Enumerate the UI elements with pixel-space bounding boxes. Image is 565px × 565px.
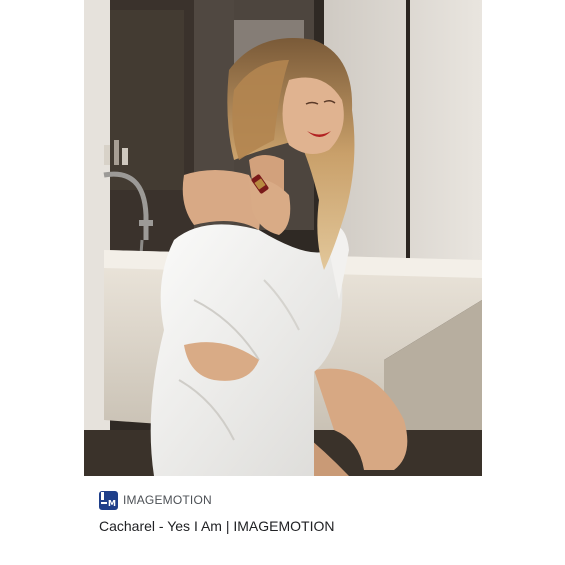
result-image[interactable]: [84, 0, 482, 476]
image-result-card[interactable]: M IMAGEMOTION Cacharel - Yes I Am | IMAG…: [0, 0, 565, 565]
source-row[interactable]: M IMAGEMOTION: [99, 490, 212, 510]
imagemotion-logo-icon: M: [99, 490, 118, 510]
result-title[interactable]: Cacharel - Yes I Am | IMAGEMOTION: [99, 516, 359, 536]
bathroom-photo: [84, 0, 482, 476]
source-name[interactable]: IMAGEMOTION: [123, 493, 212, 507]
